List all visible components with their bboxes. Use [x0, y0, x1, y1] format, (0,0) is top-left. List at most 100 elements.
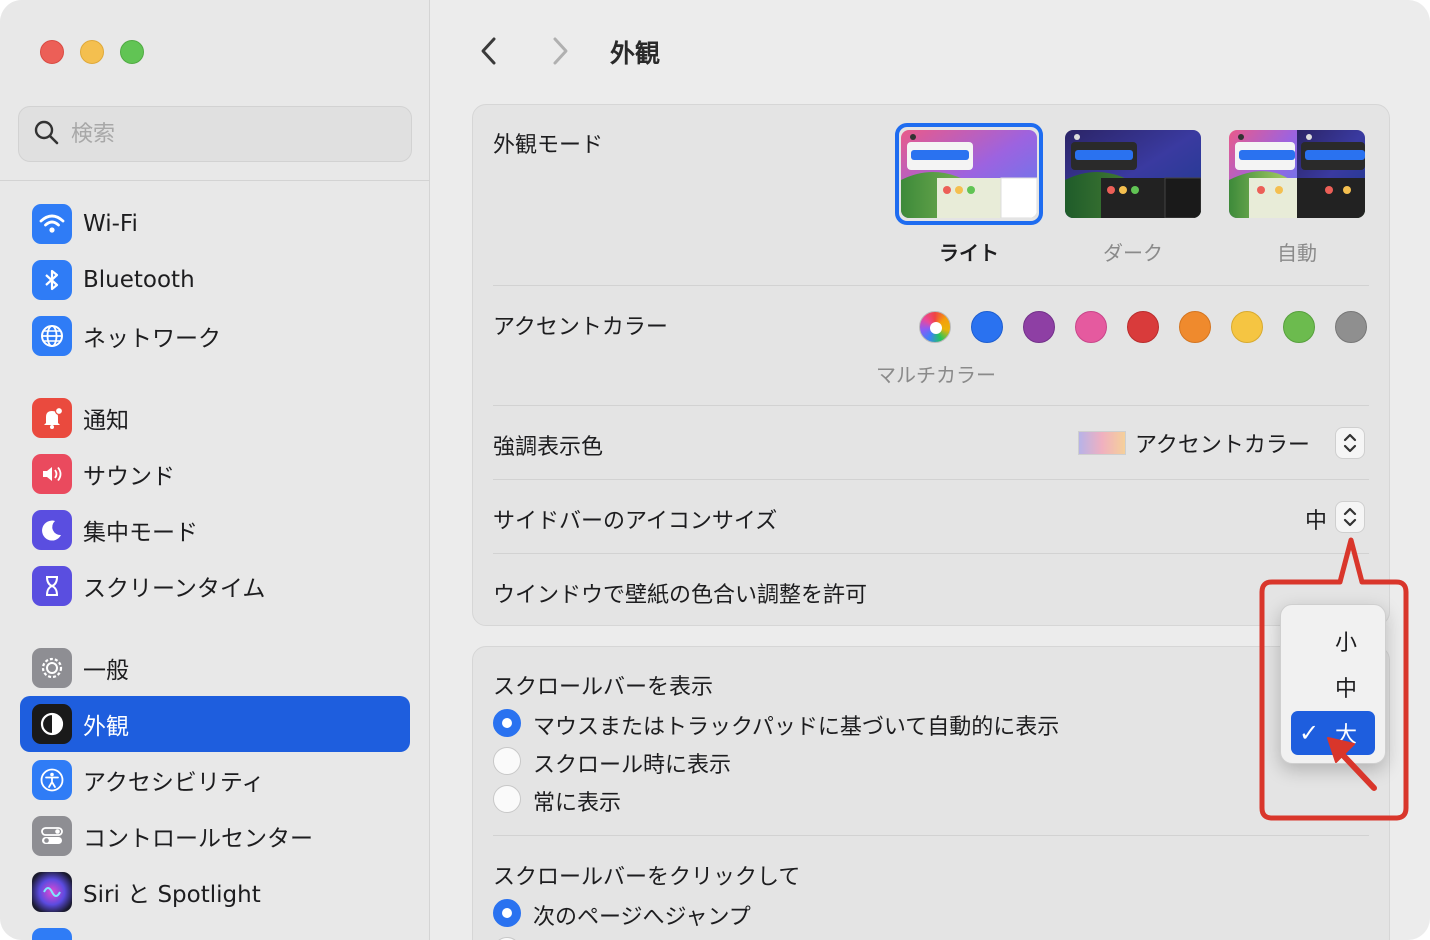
search-field[interactable]: [18, 106, 412, 162]
sidebar-item-screen-time[interactable]: スクリーンタイム: [20, 558, 410, 614]
row-divider: [493, 479, 1369, 480]
row-divider: [493, 405, 1369, 406]
sidebar-item-label: ネットワーク: [83, 326, 221, 352]
search-input[interactable]: [71, 121, 371, 147]
accent-swatch-red[interactable]: [1127, 311, 1159, 343]
accent-color-label: アクセントカラー: [493, 315, 668, 340]
sidebar-item-control-center[interactable]: コントロールセンター: [20, 808, 410, 864]
moon-icon: [32, 510, 72, 550]
accent-swatch-green[interactable]: [1283, 311, 1315, 343]
minimize-window-button[interactable]: [80, 40, 104, 64]
accent-swatch-multicolor[interactable]: [919, 311, 951, 343]
bell-icon: [32, 398, 72, 438]
bluetooth-icon: [32, 260, 72, 300]
highlight-color-label: 強調表示色: [493, 435, 604, 460]
accent-swatch-pink[interactable]: [1075, 311, 1107, 343]
sidebar-item-label: Bluetooth: [83, 267, 195, 293]
highlight-color-swatch: [1078, 431, 1126, 455]
row-divider: [493, 553, 1369, 554]
row-divider: [493, 285, 1369, 286]
popup-item-small[interactable]: 小: [1291, 619, 1375, 663]
sidebar-item-label: Siri と Spotlight: [83, 882, 261, 908]
sidebar-item-accessibility[interactable]: アクセシビリティ: [20, 752, 410, 808]
chevron-up-down-icon: [1343, 507, 1357, 527]
accent-swatch-blue[interactable]: [971, 311, 1003, 343]
hand-icon: [32, 928, 72, 940]
sidebar-icon-size-popup-button[interactable]: [1335, 501, 1365, 533]
sidebar-item-network[interactable]: ネットワーク: [20, 308, 410, 364]
forward-icon[interactable]: [545, 34, 575, 68]
sidebar-item-bluetooth[interactable]: Bluetooth: [20, 252, 410, 308]
scrollbar-auto-radio[interactable]: [493, 709, 521, 737]
sidebar-item-notifications[interactable]: 通知: [20, 390, 410, 446]
scrollbar-always-radio[interactable]: [493, 785, 521, 813]
mode-light-thumbnail[interactable]: [901, 130, 1037, 218]
click-scrollbar-label: スクロールバーをクリックして: [493, 865, 801, 890]
mode-dark-thumbnail[interactable]: [1065, 130, 1201, 218]
accent-swatch-orange[interactable]: [1179, 311, 1211, 343]
sidebar-item-appearance[interactable]: 外観: [20, 696, 410, 752]
close-window-button[interactable]: [40, 40, 64, 64]
accessibility-icon: [32, 760, 72, 800]
sidebar-item-general[interactable]: 一般: [20, 640, 410, 696]
popup-item-large[interactable]: ✓ 大: [1291, 711, 1375, 755]
sidebar-item-label: 一般: [83, 658, 129, 684]
sidebar-divider: [0, 180, 430, 181]
appearance-icon: [32, 704, 72, 744]
zoom-window-button[interactable]: [120, 40, 144, 64]
checkmark-icon: ✓: [1299, 719, 1320, 747]
toggles-icon: [32, 816, 72, 856]
back-icon[interactable]: [474, 34, 504, 68]
sidebar: Wi-Fi Bluetooth ネットワーク 通知: [0, 0, 430, 940]
mode-auto-thumbnail[interactable]: [1229, 130, 1365, 218]
scrollbar-auto-label[interactable]: マウスまたはトラックパッドに基づいて自動的に表示: [533, 709, 1059, 741]
speaker-icon: [32, 454, 72, 494]
sidebar-item-label: 外観: [83, 714, 129, 740]
sidebar-item-label: コントロールセンター: [83, 826, 313, 852]
appearance-settings-card: 外観モード ライト ダーク 自動 アクセントカラー マルチカラー 強調表示色 ア…: [472, 104, 1390, 626]
page-title: 外観: [610, 39, 661, 68]
scrollbar-always-label[interactable]: 常に表示: [533, 785, 621, 817]
mode-dark-label[interactable]: ダーク: [1063, 237, 1203, 266]
accent-swatch-graphite[interactable]: [1335, 311, 1367, 343]
globe-icon: [32, 316, 72, 356]
siri-icon: [32, 872, 72, 912]
sidebar-item-siri-spotlight[interactable]: Siri と Spotlight: [20, 864, 410, 920]
accent-swatch-yellow[interactable]: [1231, 311, 1263, 343]
mode-light-label[interactable]: ライト: [899, 237, 1039, 266]
scrollbar-settings-card: スクロールバーを表示 マウスまたはトラックパッドに基づいて自動的に表示 スクロー…: [472, 646, 1390, 940]
sidebar-item-wifi[interactable]: Wi-Fi: [20, 196, 410, 252]
appearance-mode-label: 外観モード: [493, 133, 604, 158]
icon-size-popup-menu: 小 中 ✓ 大: [1280, 604, 1386, 764]
settings-window: Wi-Fi Bluetooth ネットワーク 通知: [0, 0, 1430, 940]
highlight-color-value[interactable]: アクセントカラー: [1135, 427, 1310, 459]
accent-selected-name: マルチカラー: [876, 363, 996, 387]
mode-auto-label[interactable]: 自動: [1227, 237, 1367, 266]
sidebar-item-label: アクセシビリティ: [83, 770, 265, 796]
search-icon: [33, 119, 59, 149]
wifi-icon: [32, 204, 72, 244]
scrollbar-when-scrolling-radio[interactable]: [493, 747, 521, 775]
highlight-color-popup-button[interactable]: [1335, 427, 1365, 459]
sidebar-item-label: サウンド: [83, 464, 175, 490]
click-jump-next-page-label[interactable]: 次のページへジャンプ: [533, 899, 751, 931]
popup-item-large-label: 大: [1334, 723, 1357, 748]
click-jump-next-page-radio[interactable]: [493, 899, 521, 927]
row-divider: [493, 835, 1369, 836]
sidebar-item-label: Wi-Fi: [83, 211, 138, 237]
gear-icon: [32, 648, 72, 688]
sidebar-item-sound[interactable]: サウンド: [20, 446, 410, 502]
sidebar-icon-size-label: サイドバーのアイコンサイズ: [493, 509, 778, 534]
sidebar-item-label: 集中モード: [83, 520, 198, 546]
popup-item-medium[interactable]: 中: [1291, 665, 1375, 709]
chevron-up-down-icon: [1343, 433, 1357, 453]
sidebar-icon-size-value[interactable]: 中: [1305, 503, 1327, 535]
sidebar-item-privacy[interactable]: [20, 920, 410, 940]
show-scrollbars-label: スクロールバーを表示: [493, 675, 714, 700]
scrollbar-when-scrolling-label[interactable]: スクロール時に表示: [533, 747, 731, 779]
sidebar-item-focus[interactable]: 集中モード: [20, 502, 410, 558]
accent-swatch-purple[interactable]: [1023, 311, 1055, 343]
sidebar-item-label: 通知: [83, 408, 129, 434]
sidebar-item-label: スクリーンタイム: [83, 576, 266, 602]
wallpaper-tint-label: ウインドウで壁紙の色合い調整を許可: [493, 583, 868, 608]
